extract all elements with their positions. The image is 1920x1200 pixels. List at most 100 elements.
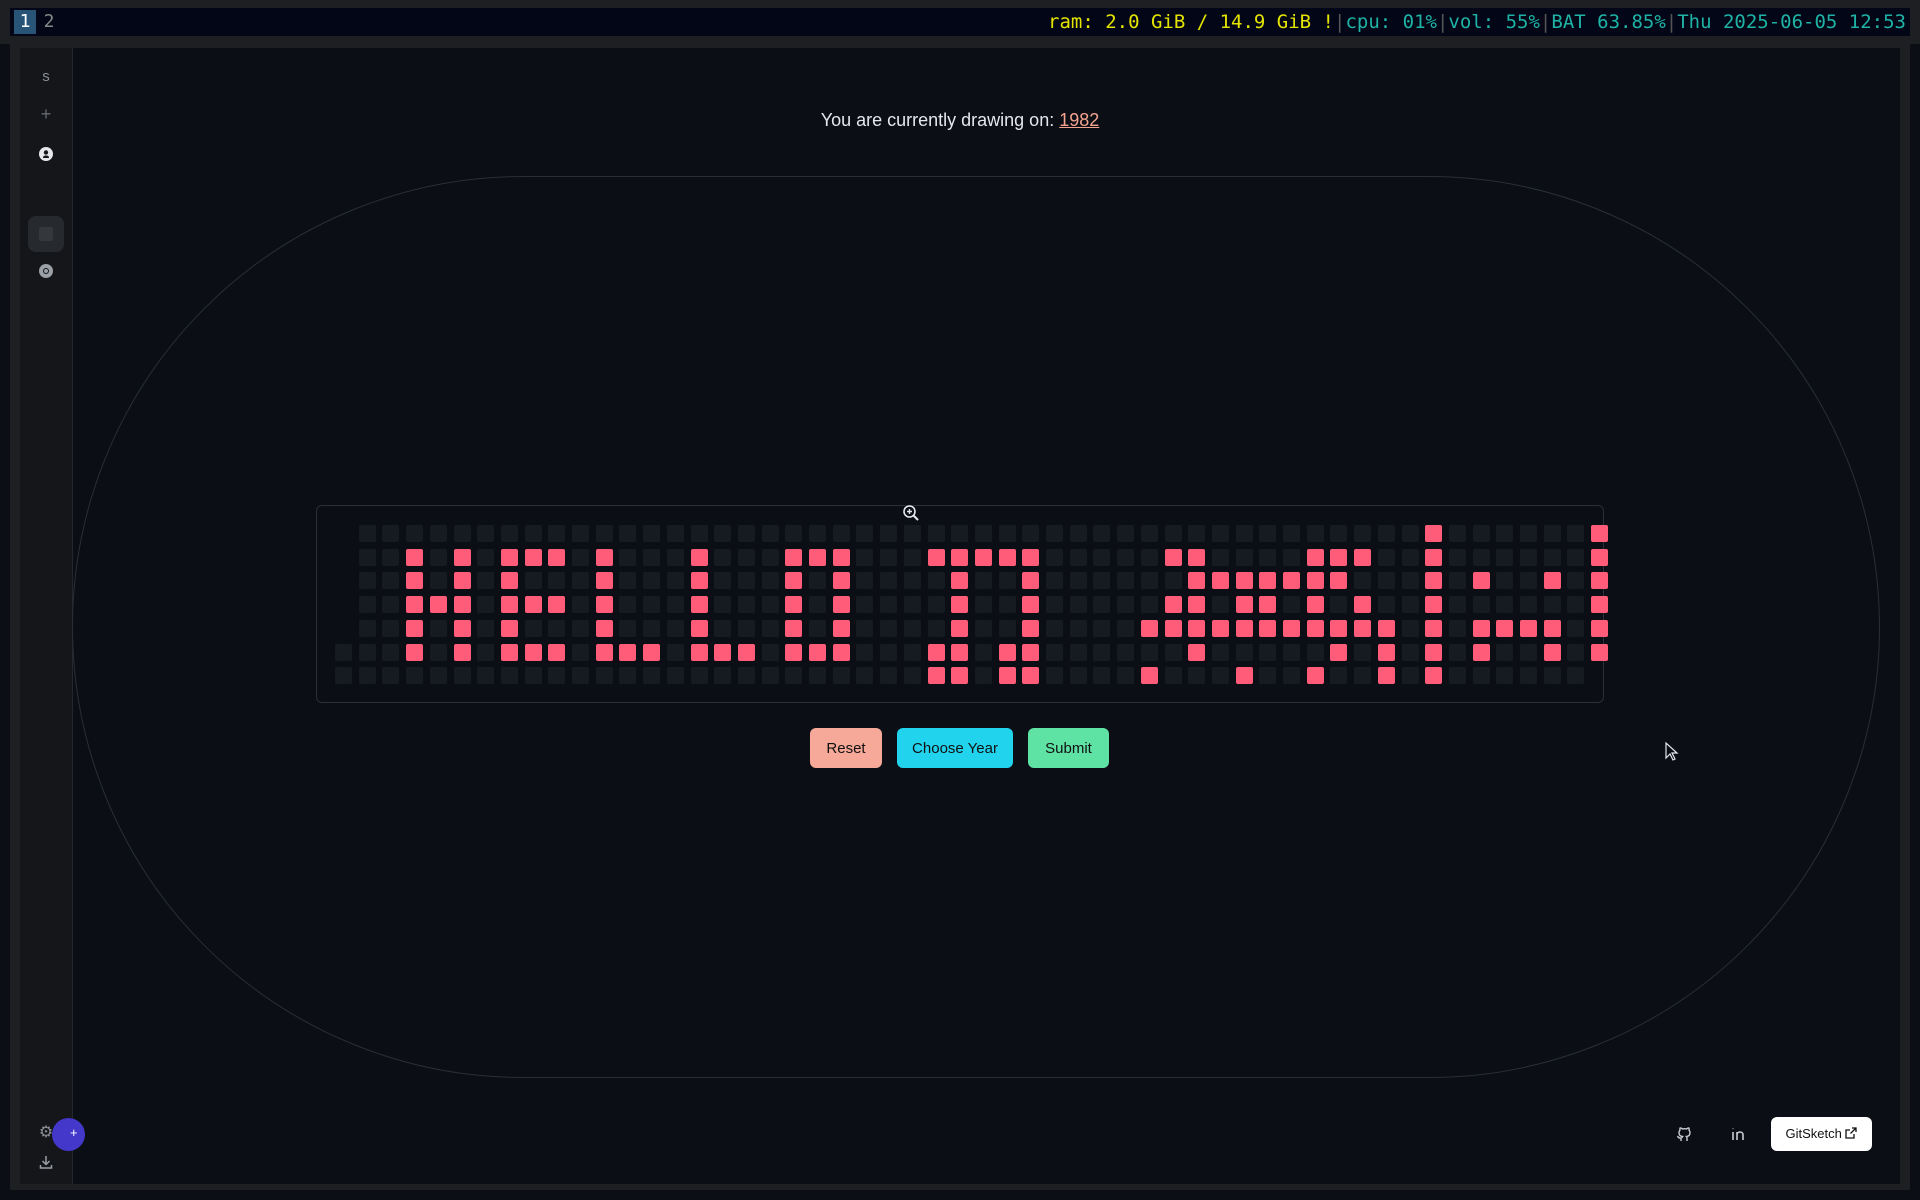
grid-cell[interactable] (525, 525, 542, 542)
grid-cell[interactable] (1354, 667, 1371, 684)
grid-cell[interactable] (477, 596, 494, 613)
grid-cell[interactable] (1236, 572, 1253, 589)
grid-cell[interactable] (1259, 667, 1276, 684)
grid-cell[interactable] (1449, 620, 1466, 637)
grid-cell[interactable] (1093, 525, 1110, 542)
grid-cell[interactable] (643, 525, 660, 542)
grid-cell[interactable] (951, 596, 968, 613)
grid-cell[interactable] (1188, 620, 1205, 637)
grid-cell[interactable] (1520, 667, 1537, 684)
grid-cell[interactable] (1473, 572, 1490, 589)
grid-cell[interactable] (762, 644, 779, 661)
grid-cell[interactable] (738, 620, 755, 637)
grid-cell[interactable] (1544, 549, 1561, 566)
submit-button[interactable]: Submit (1028, 728, 1109, 768)
grid-cell[interactable] (477, 644, 494, 661)
grid-cell[interactable] (359, 644, 376, 661)
grid-cell[interactable] (572, 620, 589, 637)
grid-cell[interactable] (643, 572, 660, 589)
grid-cell[interactable] (1188, 525, 1205, 542)
grid-cell[interactable] (1070, 596, 1087, 613)
grid-cell[interactable] (1591, 620, 1608, 637)
grid-cell[interactable] (430, 620, 447, 637)
grid-cell[interactable] (454, 549, 471, 566)
grid-cell[interactable] (1212, 667, 1229, 684)
grid-cell[interactable] (1496, 572, 1513, 589)
grid-cell[interactable] (667, 525, 684, 542)
download-icon[interactable] (20, 1154, 72, 1175)
grid-cell[interactable] (1425, 525, 1442, 542)
grid-cell[interactable] (501, 667, 518, 684)
grid-cell[interactable] (1473, 644, 1490, 661)
grid-cell[interactable] (1046, 667, 1063, 684)
grid-cell[interactable] (1165, 620, 1182, 637)
grid-cell[interactable] (596, 596, 613, 613)
grid-cell[interactable] (548, 644, 565, 661)
grid-cell[interactable] (454, 572, 471, 589)
grid-cell[interactable] (548, 667, 565, 684)
grid-cell[interactable] (1591, 525, 1608, 542)
grid-cell[interactable] (1165, 549, 1182, 566)
reset-button[interactable]: Reset (810, 728, 882, 768)
grid-cell[interactable] (1093, 620, 1110, 637)
grid-cell[interactable] (1070, 525, 1087, 542)
grid-cell[interactable] (359, 549, 376, 566)
grid-cell[interactable] (785, 549, 802, 566)
grid-cell[interactable] (1473, 667, 1490, 684)
grid-cell[interactable] (1425, 572, 1442, 589)
grid-cell[interactable] (572, 596, 589, 613)
linkedin-icon[interactable] (1730, 1125, 1748, 1148)
grid-cell[interactable] (785, 667, 802, 684)
grid-cell[interactable] (525, 572, 542, 589)
grid-cell[interactable] (1591, 549, 1608, 566)
grid-cell[interactable] (1188, 644, 1205, 661)
grid-cell[interactable] (1117, 620, 1134, 637)
grid-cell[interactable] (1093, 644, 1110, 661)
grid-cell[interactable] (999, 525, 1016, 542)
grid-cell[interactable] (1093, 596, 1110, 613)
grid-cell[interactable] (596, 644, 613, 661)
grid-cell[interactable] (1117, 644, 1134, 661)
grid-cell[interactable] (1165, 525, 1182, 542)
grid-cell[interactable] (1354, 549, 1371, 566)
grid-cell[interactable] (999, 596, 1016, 613)
grid-cell[interactable] (1022, 525, 1039, 542)
grid-cell[interactable] (1520, 572, 1537, 589)
grid-cell[interactable] (785, 596, 802, 613)
grid-cell[interactable] (359, 596, 376, 613)
grid-cell[interactable] (619, 667, 636, 684)
grid-cell[interactable] (880, 525, 897, 542)
grid-cell[interactable] (1236, 667, 1253, 684)
grid-cell[interactable] (667, 549, 684, 566)
grid-cell[interactable] (999, 620, 1016, 637)
grid-cell[interactable] (667, 644, 684, 661)
grid-cell[interactable] (525, 549, 542, 566)
grid-cell[interactable] (904, 525, 921, 542)
grid-cell[interactable] (1283, 667, 1300, 684)
grid-cell[interactable] (1283, 596, 1300, 613)
grid-cell[interactable] (1117, 572, 1134, 589)
grid-cell[interactable] (975, 620, 992, 637)
grid-cell[interactable] (406, 549, 423, 566)
grid-cell[interactable] (619, 525, 636, 542)
grid-cell[interactable] (525, 620, 542, 637)
grid-cell[interactable] (1046, 596, 1063, 613)
grid-cell[interactable] (335, 667, 352, 684)
grid-cell[interactable] (1402, 667, 1419, 684)
grid-cell[interactable] (619, 620, 636, 637)
grid-cell[interactable] (477, 525, 494, 542)
grid-cell[interactable] (454, 620, 471, 637)
grid-cell[interactable] (548, 572, 565, 589)
grid-cell[interactable] (1307, 596, 1324, 613)
grid-cell[interactable] (572, 525, 589, 542)
grid-cell[interactable] (430, 667, 447, 684)
grid-cell[interactable] (1022, 549, 1039, 566)
grid-cell[interactable] (762, 525, 779, 542)
grid-cell[interactable] (525, 667, 542, 684)
grid-cell[interactable] (1212, 525, 1229, 542)
grid-cell[interactable] (833, 525, 850, 542)
grid-cell[interactable] (785, 644, 802, 661)
grid-cell[interactable] (904, 667, 921, 684)
grid-cell[interactable] (951, 667, 968, 684)
grid-cell[interactable] (501, 620, 518, 637)
